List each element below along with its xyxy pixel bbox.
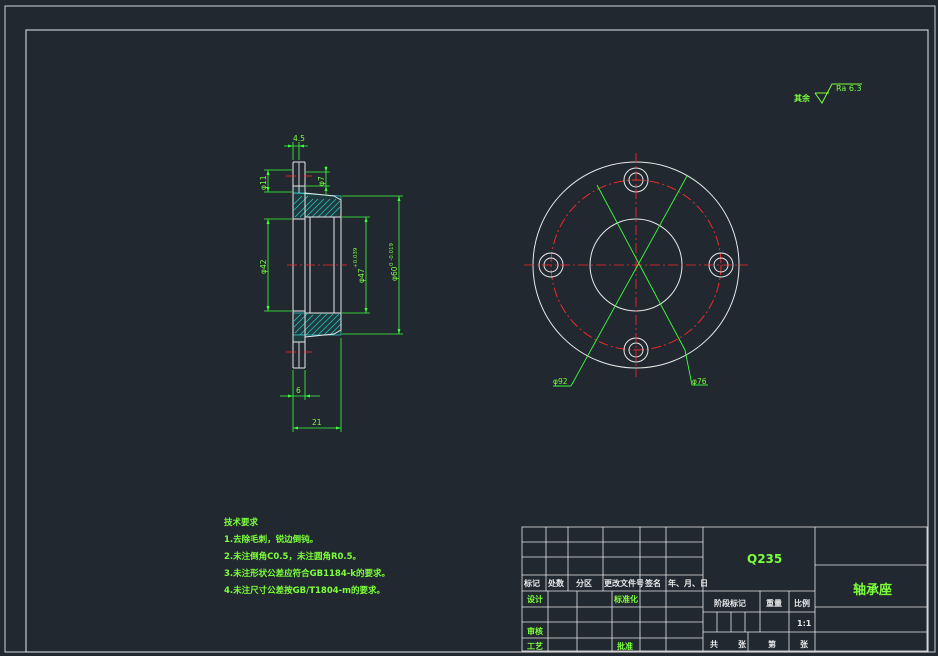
inner-frame — [25, 29, 929, 653]
label-standardize: 标准化 — [614, 595, 638, 604]
label-design: 设计 — [527, 595, 543, 604]
label-approve: 批准 — [617, 642, 633, 651]
tech-item: 1.去除毛刺，锐边倒钝。 — [224, 535, 319, 545]
tech-title: 技术要求 — [224, 518, 259, 528]
roughness-symbol: 其余 Ra 6.3 — [794, 83, 862, 104]
label-page: 第 — [768, 640, 776, 649]
dim-phi47: φ47 — [357, 268, 366, 283]
header-doc: 更改文件号 — [604, 579, 644, 588]
label-sheets2: 张 — [800, 640, 808, 649]
dim-6: 6 — [296, 386, 301, 395]
roughness-value: Ra 6.3 — [836, 84, 862, 93]
roughness-prefix: 其余 — [794, 93, 811, 103]
dim-phi92: φ92 — [553, 377, 568, 386]
dim-phi60-tol: 0 -0.019 — [389, 243, 395, 266]
label-scale: 比例 — [794, 599, 810, 608]
dim-4-5: 4.5 — [293, 134, 305, 143]
dim-phi76: φ76 — [692, 377, 707, 386]
label-sheets: 张 — [738, 640, 746, 649]
header-count: 处数 — [548, 579, 564, 588]
header-zone: 分区 — [576, 579, 592, 588]
material: Q235 — [747, 552, 783, 566]
front-view — [524, 153, 748, 387]
label-total: 共 — [710, 640, 718, 649]
dim-phi11: φ11 — [259, 175, 268, 190]
label-stage: 阶段标记 — [714, 599, 746, 608]
header-sign: 签名 — [645, 579, 661, 588]
tech-item: 2.未注倒角C0.5，未注圆角R0.5。 — [224, 552, 362, 562]
label-process: 工艺 — [527, 642, 543, 651]
section-view — [286, 161, 347, 369]
header-mark: 标记 — [524, 579, 540, 588]
dim-phi47-tol: +0.039 — [353, 247, 359, 268]
dim-phi60: φ60 — [390, 266, 399, 281]
scale-value: 1:1 — [797, 619, 812, 628]
dim-21: 21 — [312, 418, 322, 427]
header-date: 年、月、日 — [668, 579, 708, 588]
part-name: 轴承座 — [853, 583, 893, 598]
tech-requirements: 技术要求 1.去除毛刺，锐边倒钝。 2.未注倒角C0.5，未注圆角R0.5。 3… — [224, 515, 390, 600]
label-review: 审核 — [527, 627, 543, 636]
dim-phi7: φ7 — [317, 176, 326, 186]
label-weight: 重量 — [766, 599, 782, 608]
tech-item: 3.未注形状公差应符合GB1184-k的要求。 — [224, 569, 390, 579]
engineering-drawing: 其余 Ra 6.3 4.5 φ11 φ7 φ42 φ47 +0.039 φ60 … — [4, 5, 936, 653]
tech-item: 4.未注尺寸公差按GB/T1804-m的要求。 — [224, 586, 386, 596]
dim-phi42: φ42 — [259, 259, 268, 274]
